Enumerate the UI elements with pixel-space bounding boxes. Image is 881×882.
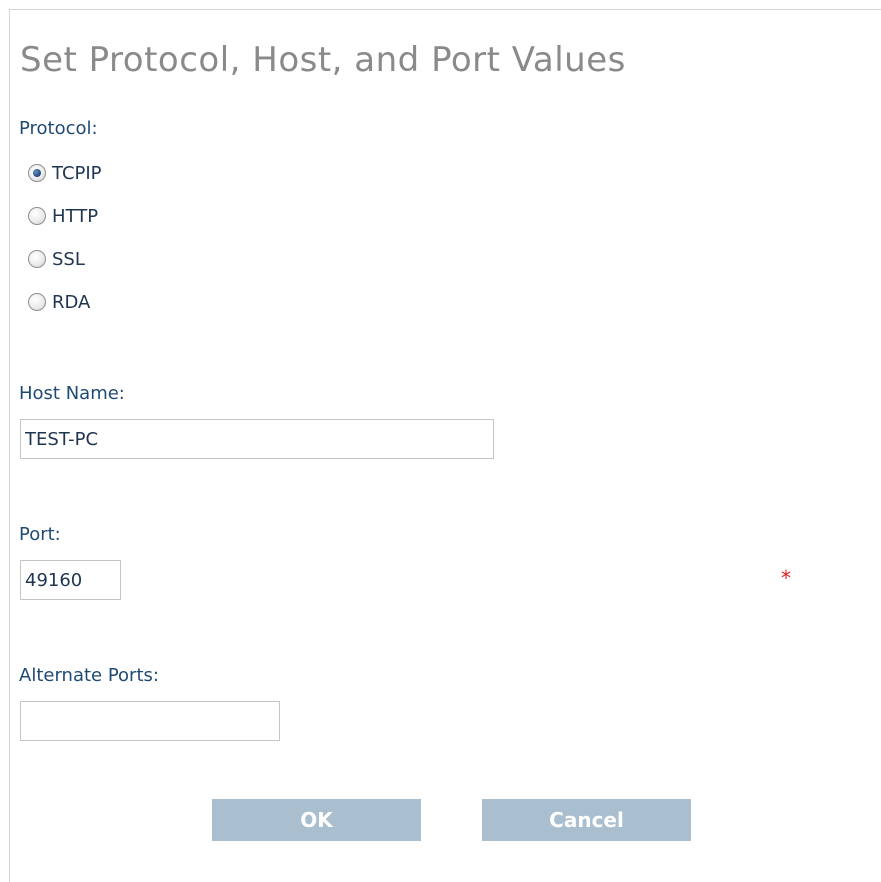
radio-button-tcpip[interactable]: [28, 164, 46, 182]
alternate-ports-input[interactable]: [20, 701, 280, 741]
radio-label-tcpip: TCPIP: [52, 162, 102, 184]
radio-label-rda: RDA: [52, 291, 91, 313]
port-input[interactable]: [20, 560, 121, 600]
radio-button-rda[interactable]: [28, 293, 46, 311]
radio-button-http[interactable]: [28, 207, 46, 225]
alternate-ports-label: Alternate Ports:: [19, 665, 159, 686]
required-marker: *: [781, 566, 791, 590]
radio-label-http: HTTP: [52, 205, 99, 227]
radio-button-ssl[interactable]: [28, 250, 46, 268]
cancel-button[interactable]: Cancel: [482, 799, 691, 841]
host-name-label: Host Name:: [19, 383, 125, 404]
protocol-label: Protocol:: [19, 118, 98, 139]
radio-option-http[interactable]: HTTP: [28, 203, 98, 229]
radio-label-ssl: SSL: [52, 248, 85, 270]
host-name-input[interactable]: [20, 419, 494, 459]
dialog-title: Set Protocol, Host, and Port Values: [20, 40, 626, 80]
protocol-host-port-dialog: Set Protocol, Host, and Port Values Prot…: [9, 9, 881, 882]
radio-option-ssl[interactable]: SSL: [28, 246, 85, 272]
port-label: Port:: [19, 524, 61, 545]
radio-option-rda[interactable]: RDA: [28, 289, 90, 315]
ok-button[interactable]: OK: [212, 799, 421, 841]
radio-option-tcpip[interactable]: TCPIP: [28, 160, 102, 186]
